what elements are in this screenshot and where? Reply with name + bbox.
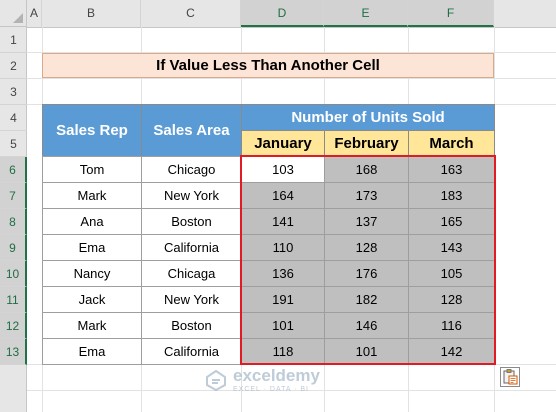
cell-sales-area[interactable]: Boston <box>141 208 242 235</box>
row-header-6[interactable]: 6 <box>0 157 27 183</box>
column-header-f[interactable]: F <box>408 0 494 27</box>
row-header-7[interactable]: 7 <box>0 183 27 209</box>
column-header-bar: A B C D E F <box>0 0 556 28</box>
cell-sales-rep[interactable]: Mark <box>42 312 142 339</box>
cell-january[interactable]: 101 <box>241 312 325 339</box>
sheet-title[interactable]: If Value Less Than Another Cell <box>42 53 494 78</box>
cell-february[interactable]: 173 <box>324 182 409 209</box>
cell-march[interactable]: 105 <box>408 260 495 287</box>
sales-area-header[interactable]: Sales Area <box>141 104 242 157</box>
cell-march[interactable]: 165 <box>408 208 495 235</box>
cell-february[interactable]: 182 <box>324 286 409 313</box>
row-header-12[interactable]: 12 <box>0 313 27 339</box>
cell-sales-rep[interactable]: Ema <box>42 338 142 365</box>
watermark-name: exceldemy <box>233 366 320 385</box>
cell-sales-rep[interactable]: Mark <box>42 182 142 209</box>
row-header-11[interactable]: 11 <box>0 287 27 313</box>
row-header-10[interactable]: 10 <box>0 261 27 287</box>
cell-sales-area[interactable]: Chicago <box>141 156 242 183</box>
cell-february[interactable]: 176 <box>324 260 409 287</box>
cell-march[interactable]: 143 <box>408 234 495 261</box>
units-sold-group-header[interactable]: Number of Units Sold <box>241 104 495 131</box>
gridline <box>27 78 556 79</box>
month-header-february[interactable]: February <box>324 130 409 157</box>
cell-sales-rep[interactable]: Tom <box>42 156 142 183</box>
column-header-c[interactable]: C <box>141 0 241 27</box>
cell-sales-rep[interactable]: Jack <box>42 286 142 313</box>
cell-january[interactable]: 118 <box>241 338 325 365</box>
row-header-bar: 1 2 3 4 5 6 7 8 9 10 11 12 13 <box>0 27 27 412</box>
clipboard-icon <box>503 369 518 385</box>
cell-sales-area[interactable]: California <box>141 234 242 261</box>
sales-rep-header[interactable]: Sales Rep <box>42 104 142 157</box>
select-all-corner[interactable] <box>0 0 27 27</box>
month-header-march[interactable]: March <box>408 130 495 157</box>
cell-sales-rep[interactable]: Nancy <box>42 260 142 287</box>
watermark-tagline: EXCEL · DATA · BI <box>233 386 309 393</box>
row-header-3[interactable]: 3 <box>0 79 27 105</box>
row-header-13[interactable]: 13 <box>0 339 27 365</box>
cell-march[interactable]: 183 <box>408 182 495 209</box>
cell-sales-area[interactable]: Boston <box>141 312 242 339</box>
row-header-4[interactable]: 4 <box>0 105 27 131</box>
cell-january[interactable]: 164 <box>241 182 325 209</box>
cell-sales-area[interactable]: New York <box>141 286 242 313</box>
cell-february[interactable]: 146 <box>324 312 409 339</box>
column-header-e[interactable]: E <box>324 0 408 27</box>
row-header-8[interactable]: 8 <box>0 209 27 235</box>
exceldemy-watermark: exceldemy EXCEL · DATA · BI <box>205 367 320 393</box>
cell-march[interactable]: 163 <box>408 156 495 183</box>
cell-january[interactable]: 103 <box>241 156 325 183</box>
cell-sales-area[interactable]: New York <box>141 182 242 209</box>
cell-february[interactable]: 128 <box>324 234 409 261</box>
cell-sales-rep[interactable]: Ema <box>42 234 142 261</box>
cell-january[interactable]: 110 <box>241 234 325 261</box>
month-header-january[interactable]: January <box>241 130 325 157</box>
cell-february[interactable]: 101 <box>324 338 409 365</box>
cell-january[interactable]: 141 <box>241 208 325 235</box>
column-header-d[interactable]: D <box>241 0 324 27</box>
cell-march[interactable]: 142 <box>408 338 495 365</box>
column-header-b[interactable]: B <box>42 0 141 27</box>
cell-january[interactable]: 136 <box>241 260 325 287</box>
cell-sales-area[interactable]: California <box>141 338 242 365</box>
cell-sales-rep[interactable]: Ana <box>42 208 142 235</box>
row-header-2[interactable]: 2 <box>0 53 27 79</box>
exceldemy-logo-icon <box>206 369 226 391</box>
cell-february[interactable]: 137 <box>324 208 409 235</box>
row-header-1[interactable]: 1 <box>0 27 27 53</box>
row-header-9[interactable]: 9 <box>0 235 27 261</box>
cell-january[interactable]: 191 <box>241 286 325 313</box>
row-header-5[interactable]: 5 <box>0 131 27 157</box>
cell-march[interactable]: 116 <box>408 312 495 339</box>
cell-sales-area[interactable]: Chicaga <box>141 260 242 287</box>
paste-options-icon[interactable] <box>500 367 520 387</box>
select-all-triangle-icon <box>13 13 23 23</box>
cell-march[interactable]: 128 <box>408 286 495 313</box>
column-header-a[interactable]: A <box>27 0 42 27</box>
cell-february[interactable]: 168 <box>324 156 409 183</box>
